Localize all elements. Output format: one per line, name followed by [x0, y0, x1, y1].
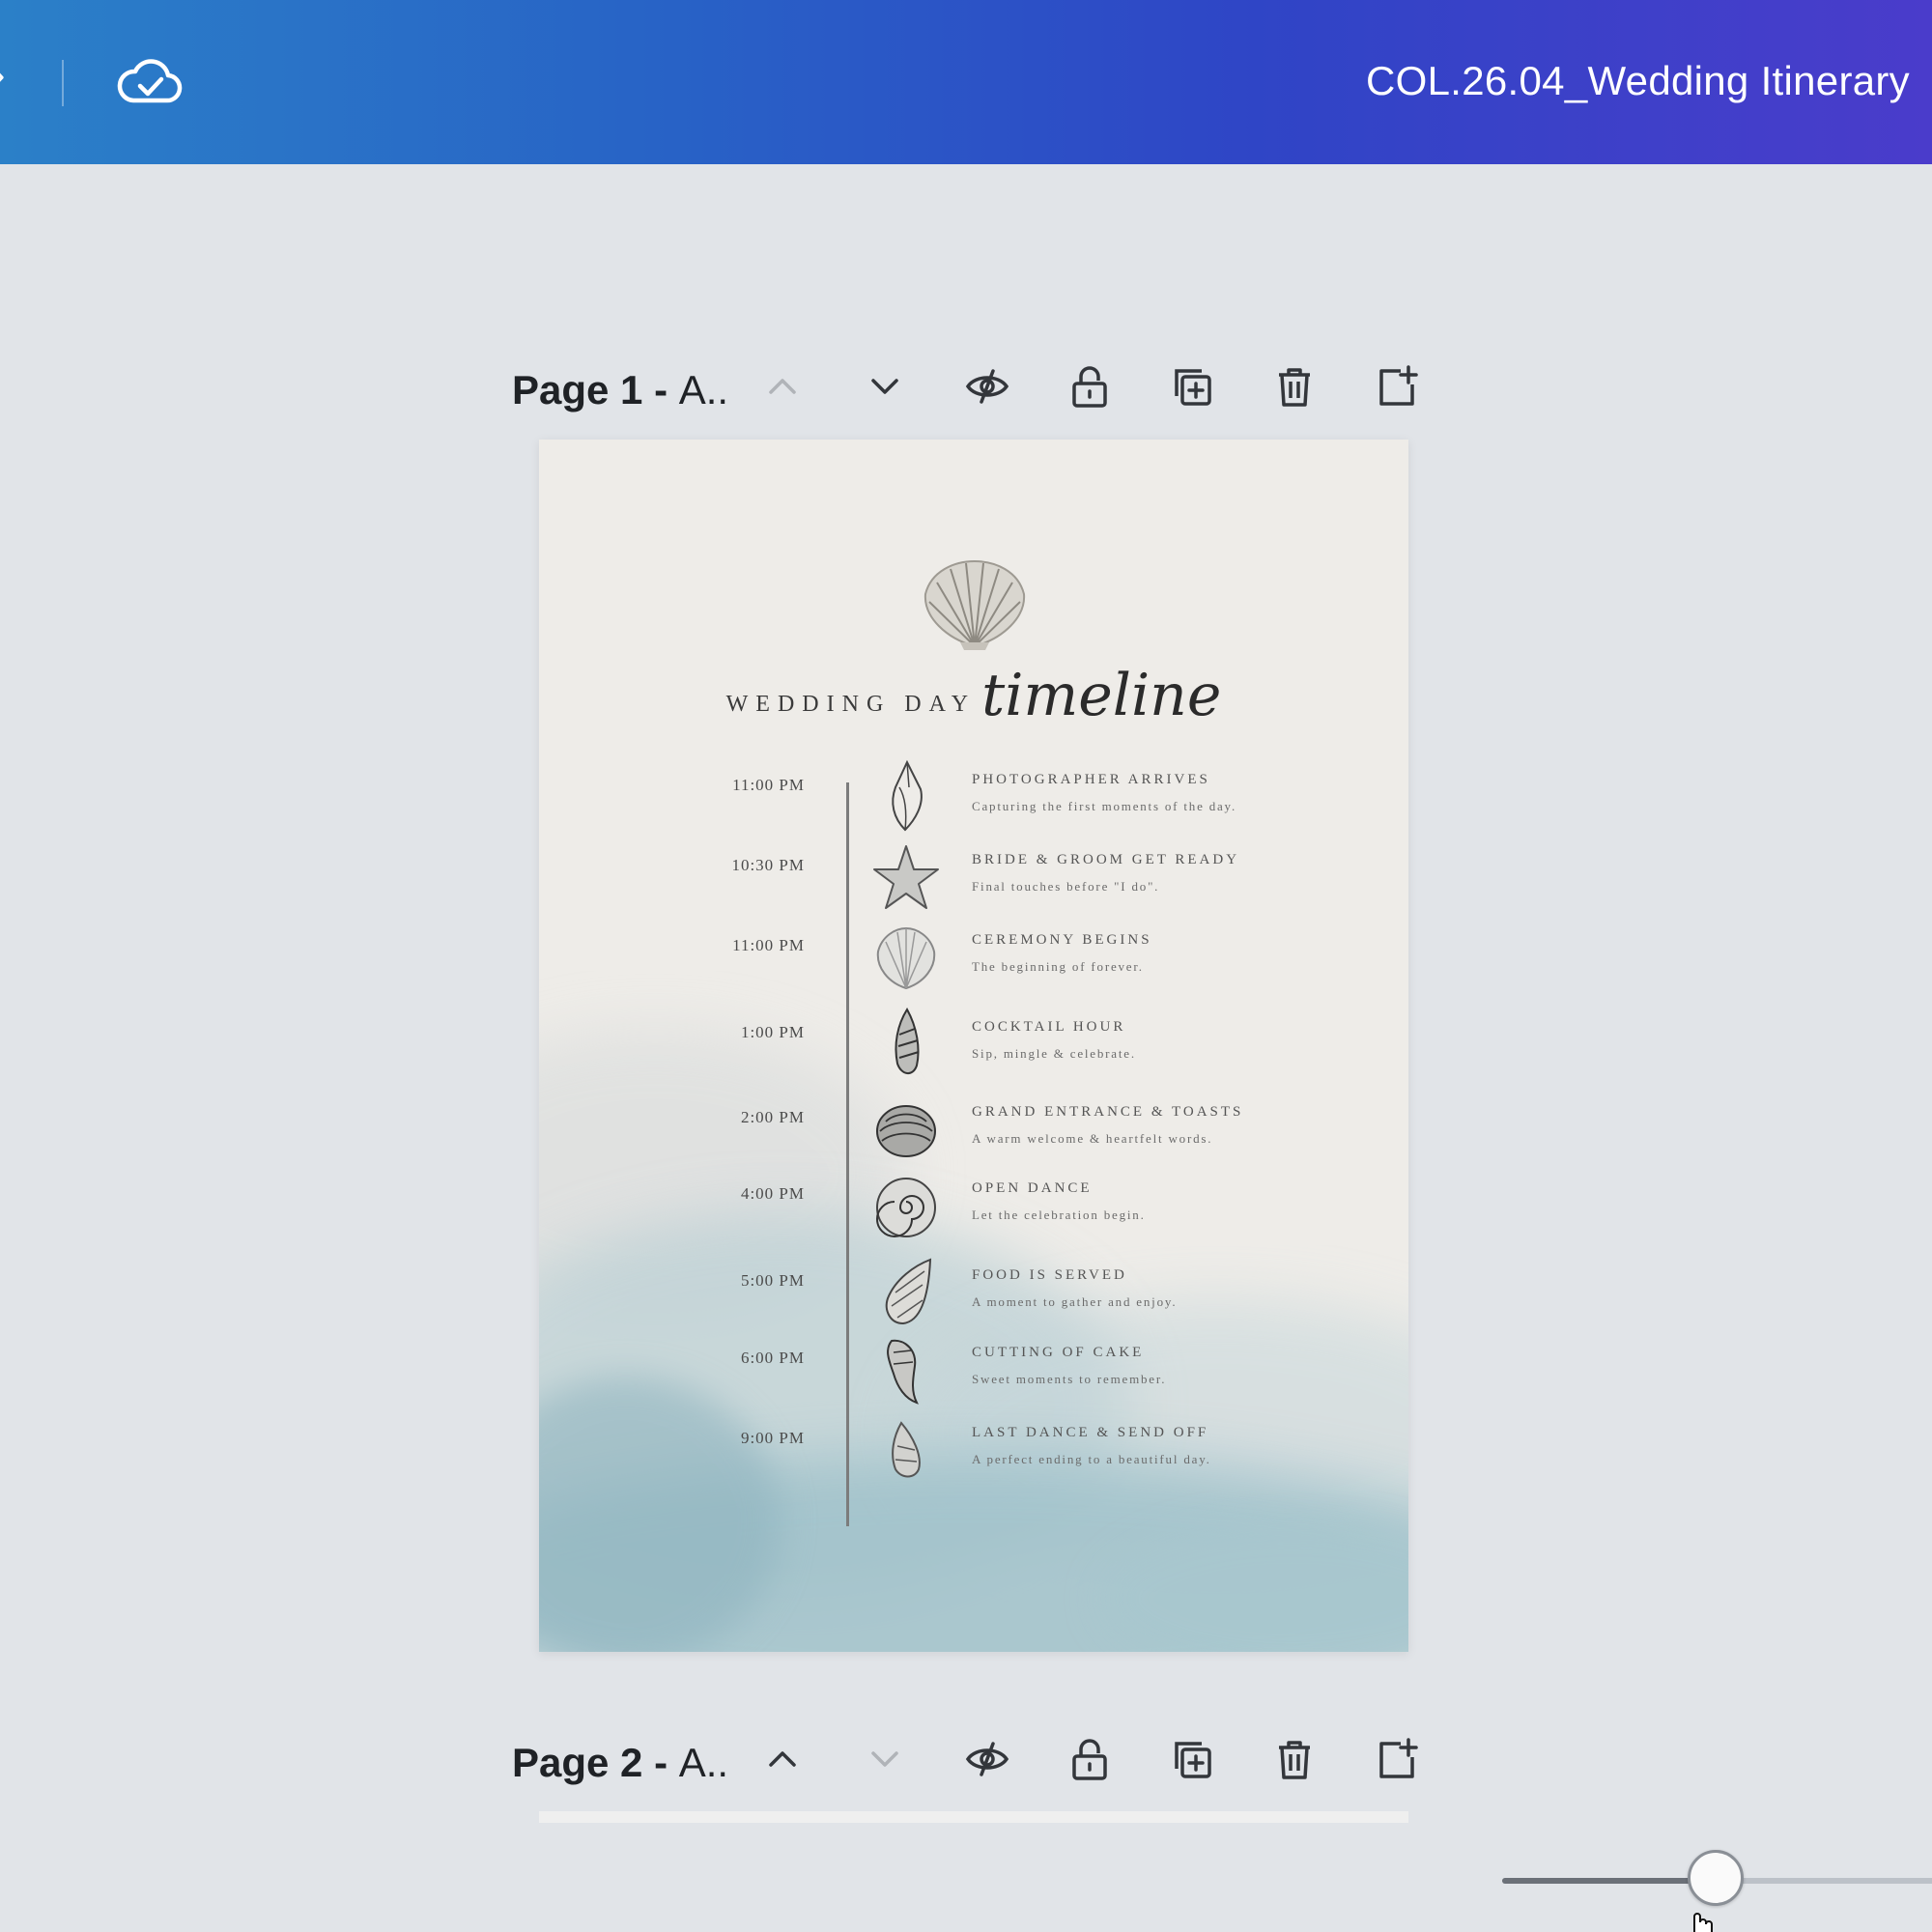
event-subtitle: Capturing the first moments of the day.	[972, 799, 1237, 813]
move-page-down-button[interactable]	[858, 359, 912, 413]
event-time: 11:00 PM	[732, 776, 805, 794]
page-2-title: A..	[678, 1740, 729, 1785]
duplicate-page-icon	[1175, 1742, 1211, 1778]
page-1-canvas[interactable]: WEDDING DAY timeline 11:00 PM PHOTOGRAPHE…	[539, 440, 1408, 1652]
event-subtitle: A perfect ending to a beautiful day.	[972, 1452, 1211, 1466]
timeline-event[interactable]: 11:00 PM PHOTOGRAPHER ARRIVES Capturing …	[539, 758, 1408, 836]
clam-shell-icon	[876, 1105, 936, 1157]
page-2-toolbar: Page 2 - A..	[512, 1732, 1420, 1790]
event-subtitle: A moment to gather and enjoy.	[972, 1294, 1178, 1309]
trash-icon	[1279, 1741, 1310, 1779]
back-chevron-icon[interactable]: ›	[0, 56, 5, 95]
page-1-number: Page 1 -	[512, 367, 679, 412]
event-time: 10:30 PM	[731, 856, 805, 874]
chevron-up-icon	[769, 1751, 796, 1767]
page-1-label[interactable]: Page 1 - A..	[512, 367, 728, 413]
scallop-shell-graphic	[923, 559, 1026, 650]
heading-caps: WEDDING DAY	[725, 692, 977, 717]
lock-icon	[1072, 366, 1107, 408]
lock-icon	[1072, 1739, 1107, 1780]
delete-page-button[interactable]	[1267, 1732, 1321, 1786]
scallop-shell-icon	[876, 926, 936, 990]
duplicate-page-button[interactable]	[1165, 359, 1219, 413]
spiral-shell-icon	[895, 1008, 920, 1074]
whelk-shell-icon	[885, 1258, 932, 1325]
move-page-up-button[interactable]	[755, 359, 810, 413]
lock-page-button[interactable]	[1063, 1732, 1117, 1786]
event-subtitle: A warm welcome & heartfelt words.	[972, 1131, 1213, 1146]
page-2-number: Page 2 -	[512, 1740, 679, 1785]
conch-shell-icon	[892, 759, 923, 832]
event-time: 2:00 PM	[740, 1108, 805, 1126]
event-title: OPEN DANCE	[972, 1180, 1093, 1196]
event-time: 1:00 PM	[740, 1023, 805, 1041]
event-subtitle: Sip, mingle & celebrate.	[972, 1046, 1136, 1061]
chevron-down-icon	[871, 1751, 898, 1767]
page-1-title: A..	[678, 367, 729, 412]
event-title: FOOD IS SERVED	[972, 1267, 1127, 1283]
zoom-slider-handle[interactable]	[1687, 1850, 1744, 1906]
heading-script: timeline	[981, 662, 1222, 729]
event-subtitle: The beginning of forever.	[972, 959, 1144, 974]
event-time: 6:00 PM	[740, 1349, 805, 1367]
editor-top-bar: › COL.26.04_Wedding Itinerary	[0, 0, 1932, 164]
page-1-toolbar: Page 1 - A..	[512, 359, 1420, 417]
add-page-button[interactable]	[1370, 1732, 1424, 1786]
event-subtitle: Sweet moments to remember.	[972, 1372, 1167, 1386]
timeline-event[interactable]: 1:00 PM COCKTAIL HOUR Sip, mingle & cele…	[539, 1006, 1408, 1083]
hide-page-button[interactable]	[960, 359, 1014, 413]
starfish-icon	[873, 845, 939, 909]
timeline-event[interactable]: 4:00 PM OPEN DANCE Let the celebration b…	[539, 1167, 1408, 1244]
timeline-event[interactable]: 6:00 PM CUTTING OF CAKE Sweet moments to…	[539, 1331, 1408, 1408]
timeline-heading: WEDDING DAY timeline	[539, 662, 1408, 729]
hide-eye-icon	[965, 1742, 1009, 1776]
duplicate-page-icon	[1175, 369, 1211, 406]
hand-cursor-icon	[1693, 1913, 1713, 1932]
timeline-event[interactable]: 5:00 PM FOOD IS SERVED A moment to gathe…	[539, 1254, 1408, 1331]
chevron-down-icon	[871, 379, 898, 394]
zoom-slider-fill	[1502, 1878, 1716, 1884]
add-page-icon	[1379, 365, 1418, 406]
event-subtitle: Let the celebration begin.	[972, 1208, 1146, 1222]
chevron-up-icon	[769, 379, 796, 394]
nautilus-shell-icon	[876, 1178, 936, 1237]
page-2-canvas[interactable]	[539, 1811, 1408, 1823]
trash-icon	[1279, 368, 1310, 407]
event-title: BRIDE & GROOM GET READY	[972, 852, 1240, 867]
timeline-event[interactable]: 10:30 PM BRIDE & GROOM GET READY Final t…	[539, 838, 1408, 916]
page-2-label[interactable]: Page 2 - A..	[512, 1740, 728, 1786]
event-time: 11:00 PM	[732, 936, 805, 954]
event-title: CEREMONY BEGINS	[972, 932, 1152, 948]
event-time: 5:00 PM	[740, 1271, 805, 1290]
lock-page-button[interactable]	[1063, 359, 1117, 413]
delete-page-button[interactable]	[1267, 359, 1321, 413]
cloud-check-icon[interactable]	[116, 56, 184, 110]
toolbar-divider	[62, 60, 64, 106]
event-title: LAST DANCE & SEND OFF	[972, 1425, 1209, 1440]
event-title: PHOTOGRAPHER ARRIVES	[972, 772, 1210, 787]
duplicate-page-button[interactable]	[1165, 1732, 1219, 1786]
document-title[interactable]: COL.26.04_Wedding Itinerary	[1366, 58, 1910, 104]
timeline-event[interactable]: 11:00 PM CEREMONY BEGINS The beginning o…	[539, 919, 1408, 996]
small-shell-icon	[892, 1421, 921, 1478]
event-time: 4:00 PM	[740, 1184, 805, 1203]
event-title: COCKTAIL HOUR	[972, 1019, 1126, 1035]
timeline-event[interactable]: 2:00 PM GRAND ENTRANCE & TOASTS A warm w…	[539, 1091, 1408, 1168]
move-page-up-button[interactable]	[755, 1732, 810, 1786]
timeline-event[interactable]: 9:00 PM LAST DANCE & SEND OFF A perfect …	[539, 1411, 1408, 1489]
add-page-icon	[1379, 1738, 1418, 1778]
hide-eye-icon	[965, 369, 1009, 404]
hide-page-button[interactable]	[960, 1732, 1014, 1786]
event-time: 9:00 PM	[740, 1429, 805, 1447]
move-page-down-button[interactable]	[858, 1732, 912, 1786]
add-page-button[interactable]	[1370, 359, 1424, 413]
event-title: GRAND ENTRANCE & TOASTS	[972, 1104, 1244, 1120]
murex-shell-icon	[887, 1339, 919, 1405]
event-title: CUTTING OF CAKE	[972, 1345, 1145, 1360]
event-subtitle: Final touches before "I do".	[972, 879, 1160, 894]
